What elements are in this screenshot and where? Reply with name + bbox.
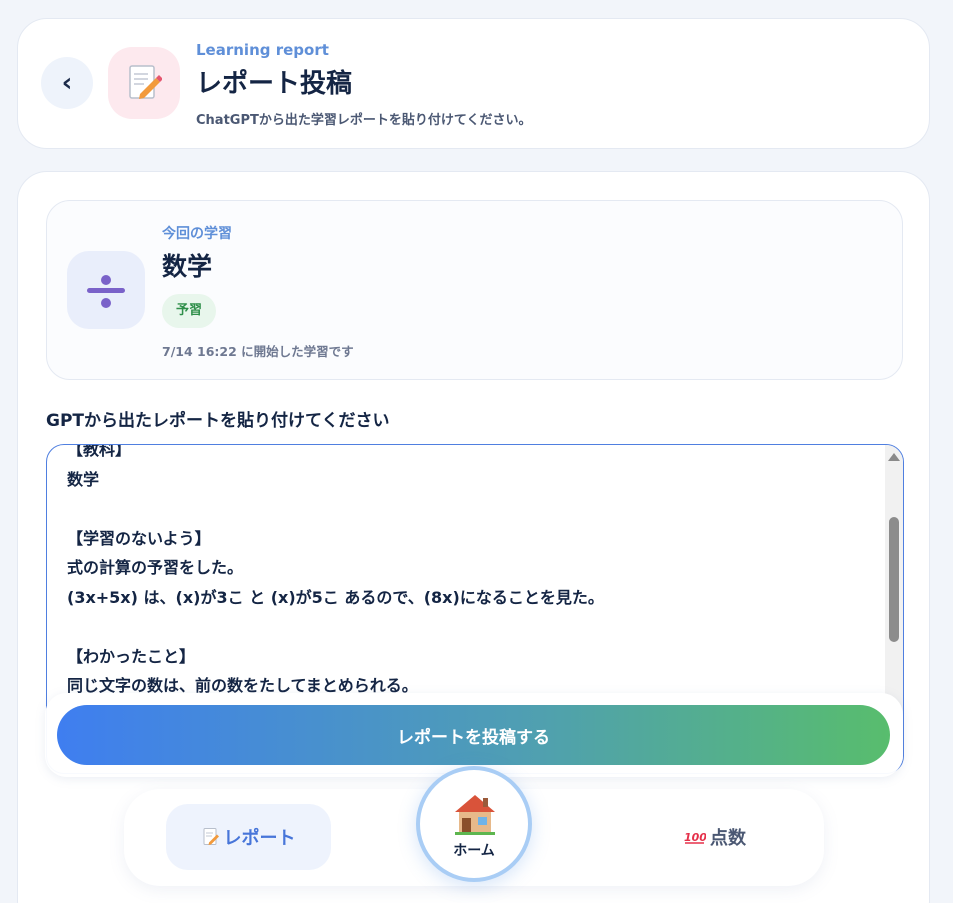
nav-report-label: レポート — [223, 828, 296, 849]
study-kicker: 今回の学習 — [162, 226, 232, 242]
study-summary-card: 今回の学習 数学 予習 7/14 16:22 に開始した学習です — [46, 200, 903, 380]
nav-score-label: 点数 — [710, 828, 746, 849]
division-bar — [87, 288, 125, 293]
scroll-thumb[interactable] — [889, 517, 899, 642]
header-kicker: Learning report — [196, 41, 329, 59]
header-card: ‹ Learning report レポート投稿 ChatGPTから出た学習レポ… — [17, 18, 930, 149]
nav-home-label: ホーム — [453, 843, 495, 859]
submit-report-button[interactable]: レポートを投稿する — [57, 705, 890, 765]
study-type-badge: 予習 — [162, 294, 217, 328]
nav-item-score[interactable]: 100 点数 — [660, 804, 770, 870]
house-icon — [455, 795, 495, 835]
memo-icon — [108, 47, 180, 119]
study-subject: 数学 — [162, 252, 213, 281]
page-title: レポート投稿 — [196, 69, 353, 99]
report-text[interactable]: 【教科】 数学 【学習のないよう】 式の計算の予習をした。 (3x+5x) は、… — [67, 445, 867, 701]
page-subtitle: ChatGPTから出た学習レポートを貼り付けてください。 — [196, 113, 532, 128]
nav-item-report[interactable]: レポート — [166, 804, 331, 870]
division-dot-bottom — [101, 298, 111, 308]
memo-icon — [203, 828, 219, 845]
division-dot-top — [101, 275, 111, 285]
division-icon — [67, 251, 145, 329]
report-input-label: GPTから出たレポートを貼り付けてください — [46, 411, 390, 431]
submit-panel: レポートを投稿する — [45, 693, 903, 777]
chevron-left-icon: ‹ — [61, 68, 73, 98]
back-button[interactable]: ‹ — [41, 57, 93, 109]
hundred-points-text: 100 — [684, 831, 706, 844]
study-start-time: 7/14 16:22 に開始した学習です — [162, 344, 354, 359]
hundred-points-icon: 100 — [684, 831, 706, 844]
scroll-up-arrow-icon[interactable] — [888, 453, 900, 461]
nav-item-home[interactable]: ホーム — [416, 766, 532, 882]
